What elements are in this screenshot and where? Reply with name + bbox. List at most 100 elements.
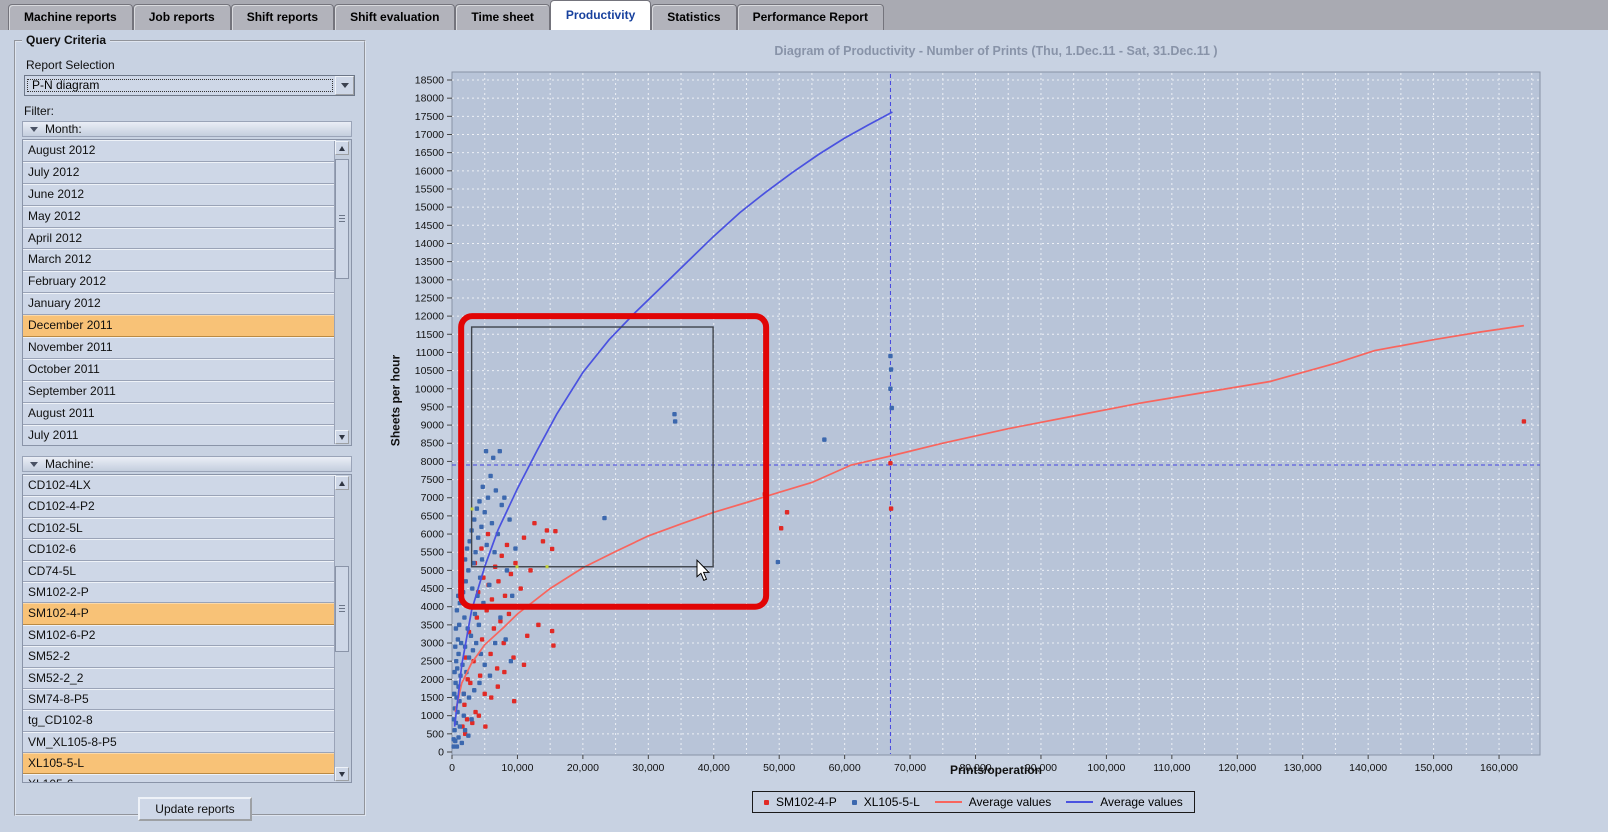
machine-item[interactable]: SM102-2-P [23, 581, 336, 604]
legend-point-swatch [764, 799, 769, 805]
month-section-header[interactable]: Month: [22, 121, 352, 137]
app-window: { "tabs": [ {"label": "Machine reports",… [0, 0, 1608, 832]
legend-label: Average values [968, 795, 1052, 809]
tab-shift-reports[interactable]: Shift reports [230, 4, 335, 30]
month-item[interactable]: October 2011 [23, 358, 336, 381]
machine-item[interactable]: CD102-4LX [23, 475, 336, 497]
svg-text:2500: 2500 [421, 656, 445, 668]
report-selection-value: P-N diagram [26, 78, 334, 93]
tab-bar: Machine reports Job reports Shift reports S… [0, 0, 1608, 30]
svg-text:500: 500 [426, 728, 444, 740]
machine-item[interactable]: SM102-6-P2 [23, 624, 336, 647]
svg-text:9000: 9000 [421, 420, 445, 432]
selection-handle[interactable] [515, 565, 519, 569]
svg-text:8500: 8500 [421, 438, 445, 450]
chart-legend: SM102-4-P XL105-5-L Average values Average … [752, 791, 1195, 813]
scroll-thumb[interactable] [335, 159, 349, 279]
month-item[interactable]: August 2011 [23, 402, 336, 425]
tab-statistics[interactable]: Statistics [651, 4, 737, 30]
svg-text:7000: 7000 [421, 492, 445, 504]
tab-job-reports[interactable]: Job reports [132, 4, 231, 30]
month-item[interactable]: July 2011 [23, 424, 336, 445]
legend-point-swatch [851, 799, 857, 805]
svg-text:10500: 10500 [415, 365, 444, 377]
month-item[interactable]: January 2012 [23, 293, 336, 316]
month-scrollbar[interactable] [334, 141, 350, 444]
svg-text:12000: 12000 [415, 311, 444, 323]
machine-item[interactable]: tg_CD102-8 [23, 710, 336, 732]
machine-item[interactable]: CD102-5L [23, 517, 336, 540]
svg-text:15000: 15000 [415, 202, 444, 214]
month-item[interactable]: June 2012 [23, 183, 336, 206]
tab-shift-evaluation[interactable]: Shift evaluation [334, 4, 456, 30]
svg-text:1500: 1500 [421, 692, 445, 704]
legend-line-swatch [1066, 801, 1094, 803]
svg-text:12500: 12500 [415, 292, 444, 304]
month-item[interactable]: February 2012 [23, 271, 336, 294]
scroll-thumb[interactable] [335, 566, 349, 652]
machine-item[interactable]: VM_XL105-8-P5 [23, 731, 336, 754]
machine-item[interactable]: CD74-5L [23, 560, 336, 582]
legend-item: Average values [934, 795, 1052, 809]
selection-handle[interactable] [470, 507, 474, 511]
triangle-down-icon [339, 434, 345, 440]
svg-text:15500: 15500 [415, 183, 444, 195]
scroll-down-button[interactable] [335, 767, 349, 781]
svg-text:13000: 13000 [415, 274, 444, 286]
filter-label: Filter: [24, 104, 54, 118]
svg-text:16000: 16000 [415, 165, 444, 177]
month-item[interactable]: December 2011 [23, 315, 336, 338]
svg-text:3000: 3000 [421, 638, 445, 650]
svg-text:7500: 7500 [421, 474, 445, 486]
selection-handle[interactable] [545, 565, 549, 569]
machine-item[interactable]: SM74-8-P5 [23, 688, 336, 711]
month-item[interactable]: April 2012 [23, 227, 336, 250]
triangle-up-icon [339, 145, 345, 151]
scroll-up-button[interactable] [335, 141, 349, 155]
machine-item[interactable]: SM52-2 [23, 646, 336, 668]
machine-item[interactable]: SM102-4-P [23, 603, 336, 625]
tab-performance-report[interactable]: Performance Report [736, 4, 884, 30]
month-item[interactable]: August 2012 [23, 140, 336, 162]
svg-text:18000: 18000 [415, 93, 444, 105]
update-reports-button[interactable]: Update reports [138, 797, 252, 821]
month-item[interactable]: July 2012 [23, 161, 336, 184]
month-section-label: Month: [45, 122, 82, 136]
report-selection-combobox[interactable]: P-N diagram [24, 75, 355, 96]
scroll-up-button[interactable] [335, 476, 349, 490]
query-criteria-title: Query Criteria [22, 33, 111, 47]
svg-text:16500: 16500 [415, 147, 444, 159]
month-item[interactable]: May 2012 [23, 205, 336, 228]
month-item[interactable]: September 2011 [23, 380, 336, 403]
legend-label: SM102-4-P [776, 795, 837, 809]
svg-text:14500: 14500 [415, 220, 444, 232]
svg-text:11500: 11500 [416, 329, 445, 341]
productivity-chart: 0 500 1000 1500 2000 2500 3000 3500 4000 4500 5000… [415, 71, 1541, 774]
machine-item[interactable]: CD102-4-P2 [23, 496, 336, 518]
svg-text:13500: 13500 [415, 256, 444, 268]
svg-text:18500: 18500 [415, 75, 444, 87]
machine-section-header[interactable]: Machine: [22, 456, 352, 472]
svg-text:4000: 4000 [421, 601, 445, 613]
tab-productivity[interactable]: Productivity [549, 0, 652, 30]
machine-item[interactable]: XL105-5-L [23, 753, 336, 775]
tab-time-sheet[interactable]: Time sheet [455, 4, 550, 30]
month-item[interactable]: November 2011 [23, 337, 336, 359]
svg-text:2000: 2000 [421, 674, 445, 686]
month-item[interactable]: March 2012 [23, 249, 336, 272]
svg-text:6000: 6000 [421, 529, 445, 541]
machine-scrollbar[interactable] [334, 476, 350, 781]
combo-dropdown-button[interactable] [335, 76, 354, 95]
svg-text:4500: 4500 [421, 583, 445, 595]
report-selection-label: Report Selection [26, 58, 115, 72]
machine-item[interactable]: XL105-6 [23, 774, 336, 782]
machine-item[interactable]: SM52-2_2 [23, 667, 336, 689]
scroll-down-button[interactable] [335, 430, 349, 444]
legend-item: Average values [1066, 795, 1183, 809]
triangle-down-icon [339, 771, 345, 777]
machine-item[interactable]: CD102-6 [23, 539, 336, 561]
svg-text:17000: 17000 [415, 129, 444, 141]
collapse-triangle-icon [30, 126, 38, 132]
tab-machine-reports[interactable]: Machine reports [8, 4, 133, 30]
month-list: August 2012 July 2012 June 2012 May 2012 Apr… [22, 139, 352, 446]
